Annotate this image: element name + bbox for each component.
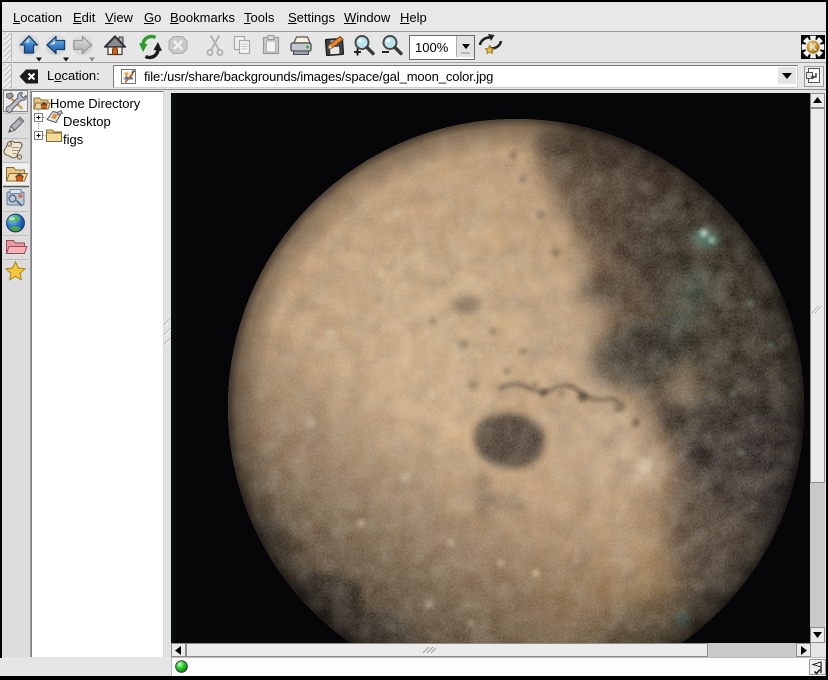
svg-text:K: K xyxy=(810,43,818,54)
